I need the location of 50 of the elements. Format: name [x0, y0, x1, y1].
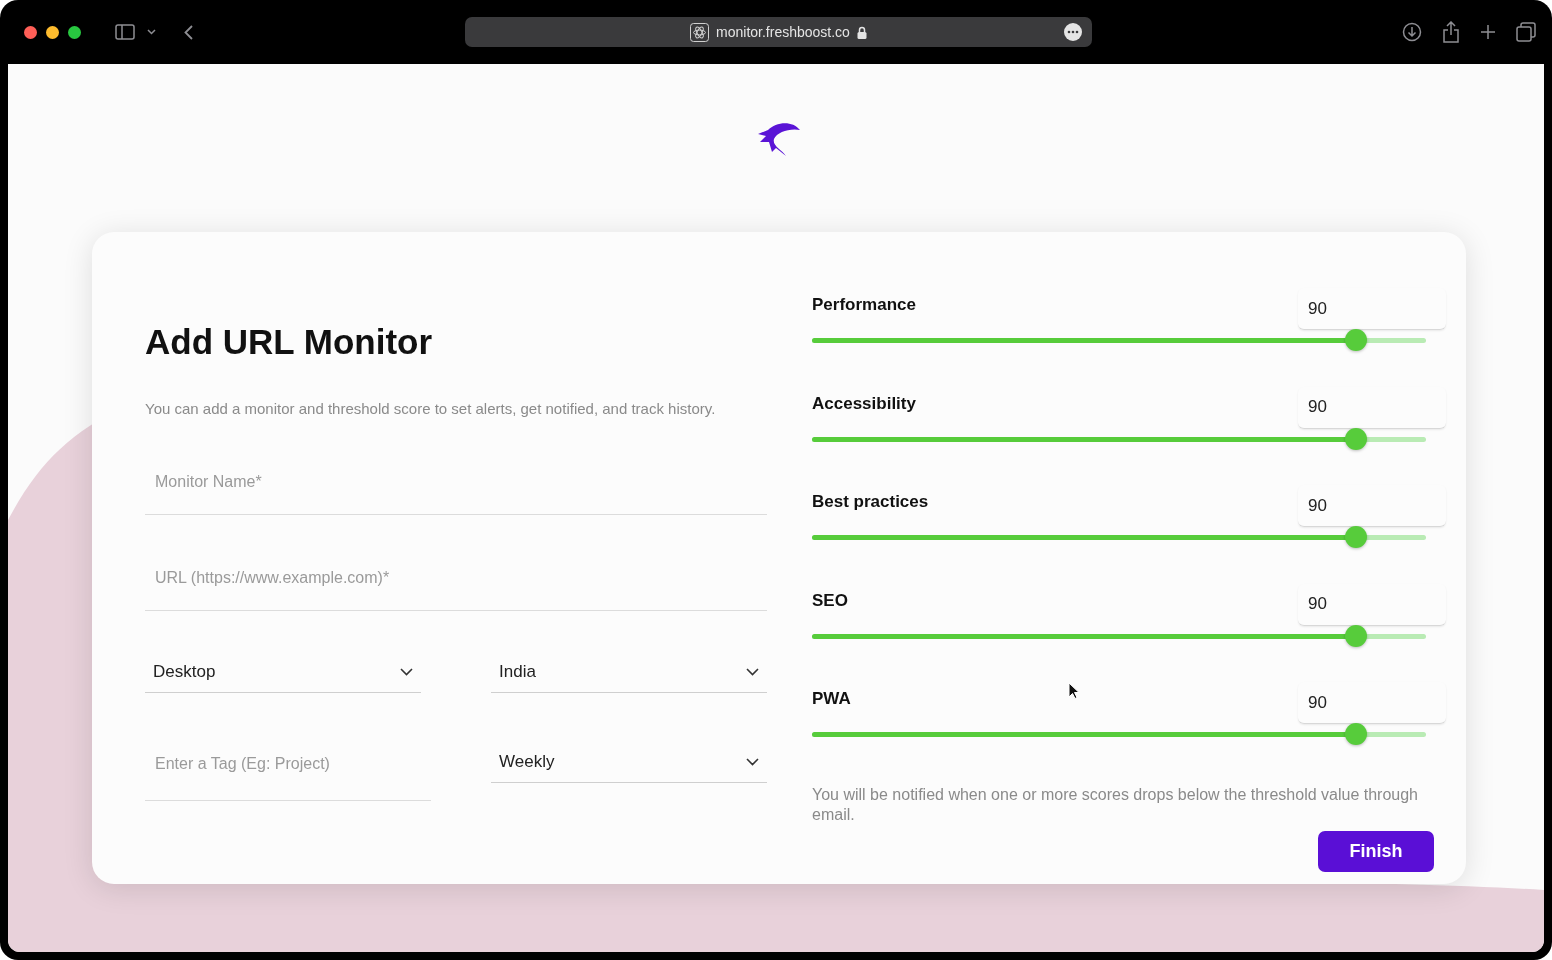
chevron-down-icon — [400, 668, 413, 676]
finish-button[interactable]: Finish — [1318, 830, 1434, 872]
sidebar-icon[interactable] — [115, 24, 135, 40]
slider-thumb[interactable] — [1344, 723, 1367, 745]
download-icon[interactable] — [1402, 22, 1422, 42]
threshold-value-field[interactable]: 90 — [1298, 288, 1446, 330]
threshold-slider[interactable] — [812, 329, 1426, 351]
threshold-slider[interactable] — [812, 624, 1426, 647]
slider-thumb[interactable] — [1344, 526, 1367, 548]
slider-thumb[interactable] — [1344, 329, 1367, 351]
notification-note: You will be notified when one or more scores drops below the threshold value through email. — [812, 784, 1418, 825]
back-icon[interactable] — [184, 24, 193, 40]
chevron-down-icon[interactable] — [147, 29, 156, 35]
frequency-dropdown[interactable]: Weekly — [491, 742, 767, 783]
threshold-value-field[interactable]: 90 — [1298, 485, 1446, 527]
minimize-window-button[interactable] — [46, 25, 59, 39]
threshold-label: PWA — [812, 688, 851, 710]
threshold-slider[interactable] — [812, 427, 1426, 450]
share-icon[interactable] — [1442, 21, 1460, 43]
logo-icon — [758, 122, 801, 158]
threshold-slider[interactable] — [812, 526, 1426, 548]
threshold-value-field[interactable]: 90 — [1298, 386, 1446, 429]
address-text: monitor.freshboost.co — [716, 22, 850, 42]
device-dropdown[interactable]: Desktop — [145, 652, 421, 693]
mouse-cursor-icon — [1068, 682, 1080, 700]
region-dropdown[interactable]: India — [491, 652, 767, 693]
close-window-button[interactable] — [24, 25, 37, 39]
plus-icon[interactable] — [1480, 24, 1496, 40]
threshold-label: Accessibility — [812, 392, 916, 415]
tag-field[interactable]: Enter a Tag (Eg: Project) — [145, 728, 431, 801]
tabs-icon[interactable] — [1516, 22, 1536, 42]
zoom-window-button[interactable] — [68, 25, 81, 39]
slider-thumb[interactable] — [1344, 624, 1367, 647]
slider-thumb[interactable] — [1344, 427, 1367, 450]
threshold-value-field[interactable]: 90 — [1298, 682, 1446, 724]
url-field[interactable]: URL (https://www.example.com)* — [145, 546, 767, 611]
threshold-label: SEO — [812, 589, 848, 612]
more-icon[interactable] — [1064, 23, 1082, 41]
site-icon — [690, 22, 710, 42]
threshold-slider[interactable] — [812, 723, 1426, 745]
threshold-label: Best practices — [812, 491, 929, 513]
lock-icon — [856, 25, 867, 39]
threshold-value-field[interactable]: 90 — [1298, 583, 1446, 626]
description-text: You can add a monitor and threshold score to set alerts, get notified, and track history. — [145, 399, 717, 419]
threshold-label: Performance — [812, 294, 916, 316]
chevron-down-icon — [746, 758, 759, 766]
page-title: Add URL Monitor — [145, 321, 434, 363]
monitor-name-field[interactable]: Monitor Name* — [145, 450, 767, 515]
chevron-down-icon — [746, 668, 759, 676]
address-bar[interactable]: monitor.freshboost.co — [465, 17, 1092, 47]
